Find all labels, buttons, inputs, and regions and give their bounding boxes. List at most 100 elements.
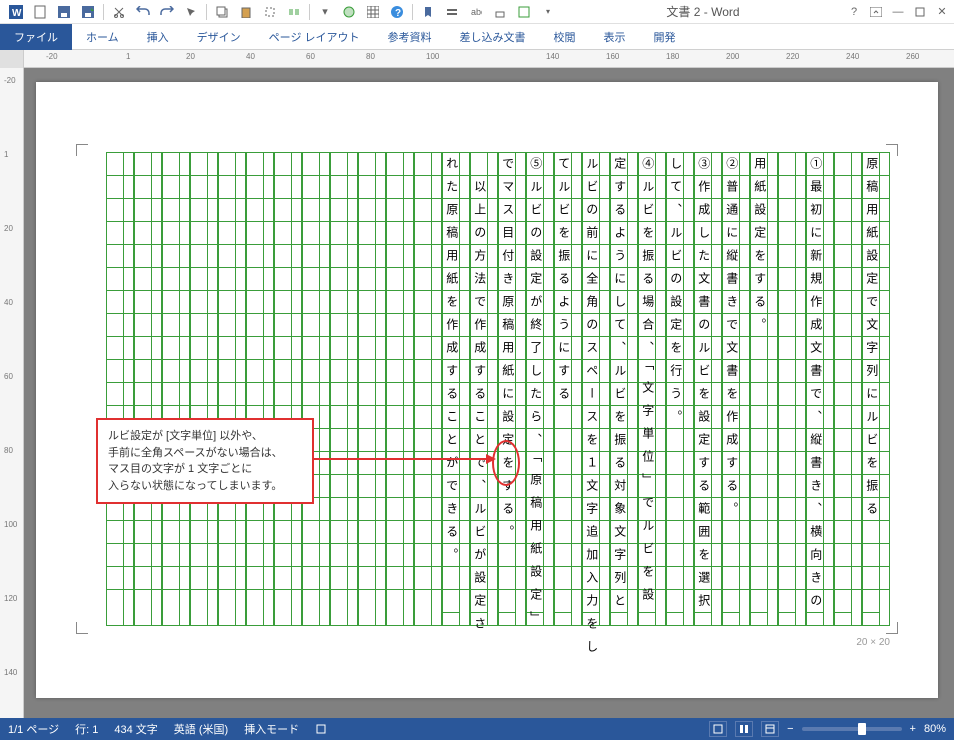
tab-home[interactable]: ホーム: [72, 24, 133, 50]
ruler-tick: 180: [666, 52, 679, 61]
view-read-mode-icon[interactable]: [735, 721, 753, 737]
genkou-column: [778, 152, 806, 626]
format-icon[interactable]: [261, 3, 279, 21]
column-text: して、ルビの設定を行う。: [663, 157, 686, 433]
vertical-ruler[interactable]: -20 1 20 40 60 80 100 120 140: [0, 68, 24, 720]
undo-icon[interactable]: [134, 3, 152, 21]
macro-icon[interactable]: [315, 723, 327, 735]
genkou-column: ④ルビを振る場合、「文字単位」でルビを設: [638, 152, 666, 626]
annotation-circle: [492, 440, 520, 486]
svg-text:W: W: [12, 8, 22, 19]
zoom-slider[interactable]: [802, 727, 902, 731]
ruler-tick: 20: [4, 224, 13, 233]
ruler-tick: 60: [306, 52, 315, 61]
minimize-button[interactable]: —: [890, 4, 906, 20]
ruler-tick: 240: [846, 52, 859, 61]
ruler-tick: -20: [46, 52, 58, 61]
close-button[interactable]: ✕: [934, 4, 950, 20]
customize-dropdown-icon[interactable]: ▾: [539, 3, 557, 21]
word-app-icon[interactable]: W: [7, 3, 25, 21]
column-text: ②普通に縦書きで文書を作成する。: [719, 157, 742, 525]
genkou-column: れた原稿用紙を作成することができる。: [442, 152, 470, 626]
document-canvas[interactable]: 原稿用紙設定で文字列にルビを振る①最初に新規作成文書で、縦書き、横向きの用紙設定…: [24, 68, 954, 720]
options-icon[interactable]: [515, 3, 533, 21]
status-line[interactable]: 行: 1: [75, 721, 98, 737]
ruler-tick: 160: [606, 52, 619, 61]
genkou-column: [302, 152, 330, 626]
ruler-tick: 200: [726, 52, 739, 61]
genkou-column: 定するようにして、ルビを振る対象文字列と: [610, 152, 638, 626]
ribbon-toggle-icon[interactable]: [868, 4, 884, 20]
help-button[interactable]: ?: [846, 4, 862, 20]
save-icon[interactable]: [55, 3, 73, 21]
grid-dimensions: 20 × 20: [856, 637, 890, 648]
zoom-in-button[interactable]: +: [910, 723, 916, 735]
redo-icon[interactable]: [158, 3, 176, 21]
tab-view[interactable]: 表示: [590, 24, 640, 50]
status-bar: 1/1 ページ 行: 1 434 文字 英語 (米国) 挿入モード − + 80…: [0, 718, 954, 740]
ruler-tick: 1: [126, 52, 130, 61]
paste-icon[interactable]: [237, 3, 255, 21]
zoom-out-button[interactable]: −: [787, 723, 793, 735]
save-as-icon[interactable]: [79, 3, 97, 21]
zoom-thumb[interactable]: [858, 723, 866, 735]
tab-references[interactable]: 参考資料: [374, 24, 446, 50]
tab-insert[interactable]: 挿入: [133, 24, 183, 50]
view-print-layout-icon[interactable]: [709, 721, 727, 737]
styles-icon[interactable]: [443, 3, 461, 21]
new-doc-icon[interactable]: [31, 3, 49, 21]
ruler-tick: 60: [4, 372, 13, 381]
page[interactable]: 原稿用紙設定で文字列にルビを振る①最初に新規作成文書で、縦書き、横向きの用紙設定…: [36, 82, 938, 698]
ruler-tick: 100: [4, 520, 17, 529]
genkou-column: [134, 152, 162, 626]
tab-developer[interactable]: 開発: [640, 24, 690, 50]
tab-file[interactable]: ファイル: [0, 24, 72, 50]
column-text: ③作成した文書のルビを設定する範囲を選択: [691, 157, 714, 617]
spell-icon[interactable]: abc: [467, 3, 485, 21]
ruler-tick: 80: [4, 446, 13, 455]
editor-area: -20 1 20 40 60 80 100 120 140 原稿用紙設定で文字列…: [0, 68, 954, 720]
cut-icon[interactable]: [110, 3, 128, 21]
genkou-column: ②普通に縦書きで文書を作成する。: [722, 152, 750, 626]
genkou-column: [190, 152, 218, 626]
copy-icon[interactable]: [213, 3, 231, 21]
ruby-icon[interactable]: [491, 3, 509, 21]
merge-icon[interactable]: [285, 3, 303, 21]
genkou-column: ①最初に新規作成文書で、縦書き、横向きの: [806, 152, 834, 626]
view-web-layout-icon[interactable]: [761, 721, 779, 737]
grid-icon[interactable]: [364, 3, 382, 21]
bookmark-icon[interactable]: [419, 3, 437, 21]
tab-review[interactable]: 校閲: [540, 24, 590, 50]
select-icon[interactable]: [182, 3, 200, 21]
genkou-column: [246, 152, 274, 626]
genkou-column: 用紙設定をする。: [750, 152, 778, 626]
tab-layout[interactable]: ページ レイアウト: [255, 24, 374, 50]
bullets-icon[interactable]: ▾: [316, 3, 334, 21]
column-text: れた原稿用紙を作成することができる。: [439, 157, 462, 571]
genkou-column: ⑤ルビの設定が終了したら、「原稿用紙設定」: [526, 152, 554, 626]
maximize-button[interactable]: [912, 4, 928, 20]
status-mode[interactable]: 挿入モード: [244, 721, 299, 737]
status-language[interactable]: 英語 (米国): [174, 721, 228, 737]
callout-line: マス目の文字が 1 文字ごとに: [108, 461, 302, 478]
genkou-grid: 原稿用紙設定で文字列にルビを振る①最初に新規作成文書で、縦書き、横向きの用紙設定…: [84, 152, 890, 626]
ruler-tick: 80: [366, 52, 375, 61]
horizontal-ruler[interactable]: -20 1 20 40 60 80 100 140 160 180 200 22…: [0, 50, 954, 68]
column-text: てルビを振るようにする: [551, 157, 574, 410]
status-page[interactable]: 1/1 ページ: [8, 721, 59, 737]
window-title: 文書 2 - Word: [560, 3, 846, 20]
tab-mailings[interactable]: 差し込み文書: [446, 24, 540, 50]
annotation-callout: ルビ設定が [文字単位] 以外や、 手前に全角スペースがない場合は、 マス目の文…: [96, 418, 314, 504]
genkou-column: ルビの前に全角のスペースを１文字追加入力をし: [582, 152, 610, 626]
column-text: ④ルビを振る場合、「文字単位」でルビを設: [635, 157, 658, 611]
shape-circle-icon[interactable]: [340, 3, 358, 21]
status-chars[interactable]: 434 文字: [114, 721, 157, 737]
separator: [103, 4, 104, 20]
separator: [412, 4, 413, 20]
tab-design[interactable]: デザイン: [183, 24, 255, 50]
separator: [206, 4, 207, 20]
help-icon[interactable]: ?: [388, 3, 406, 21]
zoom-level[interactable]: 80%: [924, 723, 946, 735]
ruler-tick: 100: [426, 52, 439, 61]
column-text: ルビの前に全角のスペースを１文字追加入力をし: [579, 157, 602, 663]
